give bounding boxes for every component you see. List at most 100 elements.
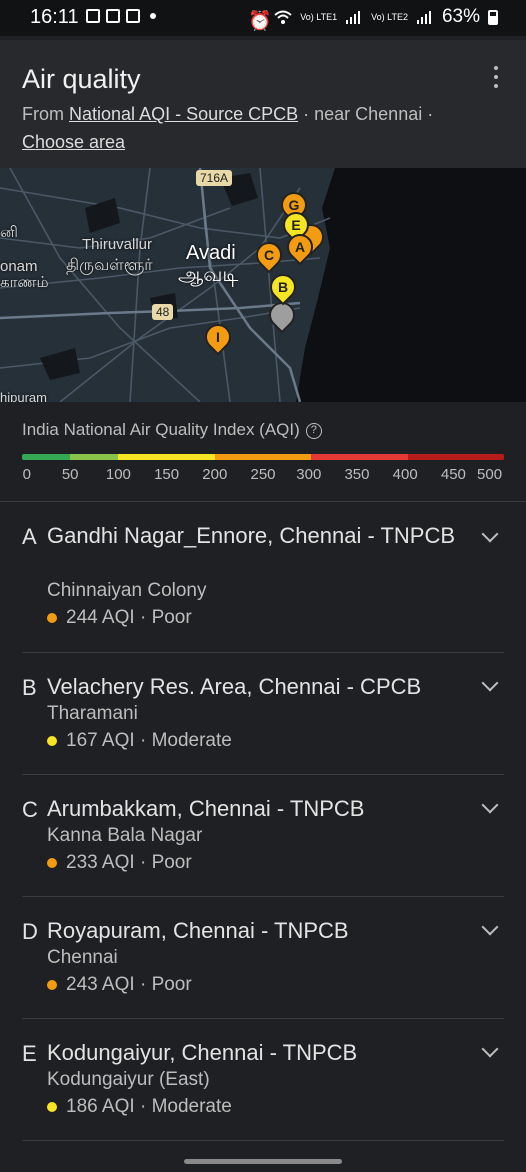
station-item-b[interactable]: B Velachery Res. Area, Chennai - CPCB Th…	[0, 653, 526, 775]
map-label-avadi-ta: ஆவடி	[178, 264, 239, 286]
scale-segment-poor	[214, 454, 312, 460]
station-aqi-row: 167 AQI · Moderate	[47, 730, 232, 752]
station-aqi: 186 AQI	[66, 1096, 135, 1117]
station-letter: B	[22, 675, 37, 700]
station-category: Moderate	[151, 1096, 232, 1117]
wifi-icon	[274, 9, 292, 25]
map-background	[0, 168, 526, 402]
chevron-down-icon[interactable]	[481, 1040, 499, 1058]
separator: ·	[139, 852, 147, 873]
signal-2-icon	[416, 9, 434, 25]
station-aqi: 233 AQI	[66, 852, 135, 873]
station-aqi: 243 AQI	[66, 974, 135, 995]
station-area: Chinnaiyan Colony	[47, 580, 207, 601]
legend-title-text: India National Air Quality Index (AQI)	[22, 420, 300, 439]
station-letter: C	[22, 797, 38, 822]
scale-tick: 400	[392, 466, 418, 483]
map-label-left-en: onam	[0, 258, 38, 275]
chevron-down-icon[interactable]	[481, 525, 499, 543]
map-pin-label: E	[291, 217, 301, 233]
separator: ·	[139, 1096, 147, 1117]
station-letter: E	[22, 1041, 37, 1066]
battery-icon	[488, 9, 498, 25]
source-line: From National AQI - Source CPCB · near C…	[22, 100, 512, 156]
station-category: Moderate	[151, 730, 232, 751]
help-icon[interactable]: ?	[305, 422, 322, 439]
source-link[interactable]: National AQI - Source CPCB	[69, 104, 298, 124]
air-quality-header: Air quality From National AQI - Source C…	[0, 40, 526, 168]
from-label: From	[22, 104, 64, 124]
gesture-nav-bar[interactable]	[184, 1159, 342, 1164]
station-area: Chennai	[47, 947, 118, 968]
station-aqi: 244 AQI	[66, 607, 135, 628]
gallery-icon	[86, 9, 100, 23]
station-item-d[interactable]: D Royapuram, Chennai - TNPCB Chennai 243…	[0, 897, 526, 1019]
chevron-down-icon[interactable]	[481, 918, 499, 936]
scale-tick: 450	[440, 466, 466, 483]
station-aqi: 167 AQI	[66, 730, 135, 751]
scale-tick: 300	[296, 466, 322, 483]
notification-icons	[86, 9, 156, 23]
scale-segment-severe	[407, 454, 504, 460]
map-pin-label: B	[277, 279, 289, 295]
station-area: Kodungaiyur (East)	[47, 1069, 210, 1090]
road-shield-716a: 716A	[196, 170, 233, 186]
station-item-e[interactable]: E Kodungaiyur, Chennai - TNPCB Kodungaiy…	[0, 1019, 526, 1141]
scale-tick: 100	[105, 466, 131, 483]
more-notifications-icon	[150, 13, 156, 19]
station-aqi-row: 244 AQI · Poor	[47, 607, 192, 629]
scale-tick: 500	[477, 466, 503, 483]
aqi-status-dot	[47, 858, 57, 868]
scale-tick: 200	[202, 466, 228, 483]
more-options-icon[interactable]	[488, 66, 504, 88]
map-pin-label: C	[263, 247, 275, 263]
scale-ticks: 0 50 100 150 200 250 300 350 400 450 500	[22, 466, 504, 486]
alarm-icon: ⏰	[248, 11, 272, 32]
station-category: Poor	[151, 607, 192, 628]
scale-tick: 150	[154, 466, 180, 483]
divider	[22, 1140, 504, 1141]
separator: ·	[139, 730, 147, 751]
scale-segment-moderate	[118, 454, 215, 460]
station-area: Tharamani	[47, 703, 138, 724]
signal-1-icon	[345, 9, 363, 25]
voicemail-icon	[126, 9, 140, 23]
aqi-legend: India National Air Quality Index (AQI)? …	[0, 402, 526, 502]
station-item-a[interactable]: A Gandhi Nagar_Ennore, Chennai - TNPCB C…	[0, 502, 526, 653]
chevron-down-icon[interactable]	[481, 796, 499, 814]
legend-title: India National Air Quality Index (AQI)?	[22, 420, 322, 440]
aqi-status-dot	[47, 736, 57, 746]
scale-tick: 50	[61, 466, 79, 483]
map-label-thiruvallur-en: Thiruvallur	[82, 236, 153, 253]
scale-tick: 0	[22, 466, 31, 483]
road-shield-48: 48	[152, 304, 174, 320]
aqi-status-dot	[47, 1102, 57, 1112]
separator: ·	[139, 974, 147, 995]
map-label-left-ta: காணம்	[0, 274, 49, 291]
map-pin-label: A	[294, 239, 306, 255]
station-letter: A	[22, 524, 37, 549]
station-name: Velachery Res. Area, Chennai - CPCB	[47, 674, 422, 699]
station-category: Poor	[151, 974, 192, 995]
station-aqi-row: 186 AQI · Moderate	[47, 1096, 232, 1118]
scale-tick: 250	[250, 466, 276, 483]
network-2-label: Vo) LTE2	[371, 11, 408, 22]
station-name: Gandhi Nagar_Ennore, Chennai - TNPCB	[47, 523, 456, 548]
map-label-thiruvallur-ta: திருவள்ளூர்	[66, 257, 153, 274]
news-icon	[106, 9, 120, 23]
station-category: Poor	[151, 852, 192, 873]
aqi-status-dot	[47, 980, 57, 990]
station-item-c[interactable]: C Arumbakkam, Chennai - TNPCB Kanna Bala…	[0, 775, 526, 897]
station-name: Arumbakkam, Chennai - TNPCB	[47, 796, 365, 821]
choose-area-link[interactable]: Choose area	[22, 132, 125, 152]
station-name: Royapuram, Chennai - TNPCB	[47, 918, 349, 943]
station-aqi-row: 233 AQI · Poor	[47, 852, 192, 874]
scale-segment-very-poor	[311, 454, 408, 460]
scale-segment-good	[22, 454, 71, 460]
air-quality-map[interactable]: 716A 48 னி Thiruvallur திருவள்ளூர் Avadi…	[0, 168, 526, 402]
station-name: Kodungaiyur, Chennai - TNPCB	[47, 1040, 358, 1065]
scale-segment-satisfactory	[70, 454, 119, 460]
map-label-bottom: hipuram	[0, 390, 47, 402]
page-title: Air quality	[22, 64, 141, 94]
map-pin-label: I	[216, 329, 220, 345]
